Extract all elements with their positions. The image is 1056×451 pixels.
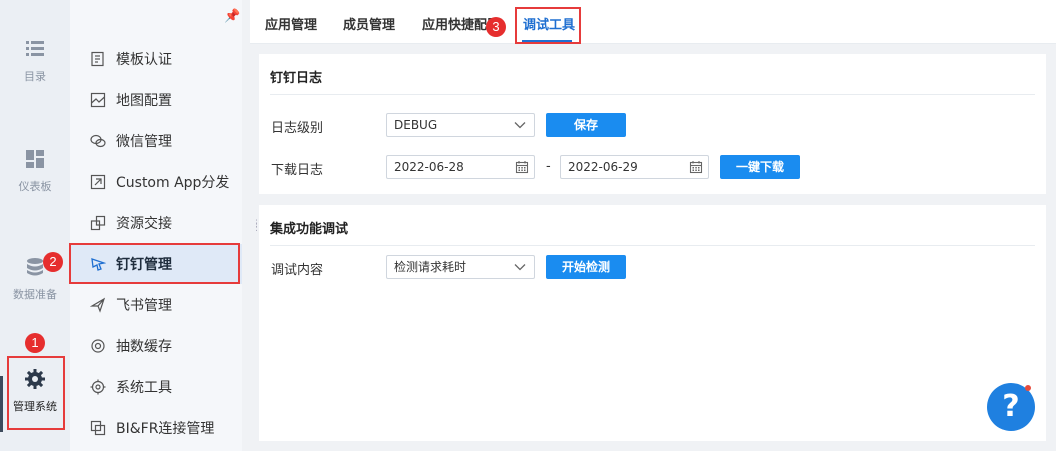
annotation-box-1 bbox=[7, 356, 65, 430]
dashboard-icon bbox=[26, 150, 44, 168]
menu-item-label: 系统工具 bbox=[116, 380, 172, 396]
tab-member-management[interactable]: 成员管理 bbox=[343, 14, 395, 33]
top-tabs: 应用管理 成员管理 应用快捷配置 调试工具 bbox=[250, 0, 1056, 44]
feishu-icon bbox=[90, 297, 106, 313]
card-title: 集成功能调试 bbox=[270, 222, 349, 237]
rail-item-label: 仪表板 bbox=[18, 180, 52, 193]
handover-icon bbox=[90, 215, 106, 231]
download-log-label: 下载日志 bbox=[271, 163, 324, 178]
divider bbox=[270, 245, 1035, 246]
menu-item-label: BI&FR连接管理 bbox=[116, 421, 215, 437]
menu-item-label: Custom App分发 bbox=[116, 175, 230, 191]
end-date-input[interactable]: 2022-06-29 bbox=[560, 155, 709, 179]
card-title: 钉钉日志 bbox=[270, 71, 323, 86]
chevron-down-icon bbox=[514, 264, 526, 271]
annotation-badge-2: 2 bbox=[43, 252, 63, 272]
date-separator: - bbox=[546, 159, 551, 174]
menu-item-label: 地图配置 bbox=[116, 93, 172, 109]
chevron-down-icon bbox=[514, 122, 526, 129]
rail-item-dashboard[interactable]: 仪表板 bbox=[0, 148, 70, 194]
menu-item-resource-handover[interactable]: 资源交接 bbox=[70, 203, 242, 243]
menu-item-system-tools[interactable]: 系统工具 bbox=[70, 367, 242, 407]
cache-icon bbox=[91, 339, 105, 353]
menu-item-label: 资源交接 bbox=[116, 216, 172, 232]
menu-item-label: 微信管理 bbox=[116, 134, 172, 150]
annotation-box-2 bbox=[69, 243, 240, 284]
end-date-value: 2022-06-29 bbox=[568, 160, 638, 174]
share-icon bbox=[90, 174, 106, 190]
menu-item-label: 抽数缓存 bbox=[116, 339, 172, 355]
menu-item-bi-fr-link[interactable]: BI&FR连接管理 bbox=[70, 408, 242, 448]
dingtalk-log-card: 钉钉日志 日志级别 DEBUG 保存 下载日志 2022-06-28 - 202… bbox=[259, 54, 1046, 194]
start-date-value: 2022-06-28 bbox=[394, 160, 464, 174]
tab-app-management[interactable]: 应用管理 bbox=[265, 14, 317, 33]
menu-item-label: 飞书管理 bbox=[116, 298, 172, 314]
calendar-icon[interactable] bbox=[689, 160, 703, 174]
menu-item-extract-cache[interactable]: 抽数缓存 bbox=[70, 326, 242, 366]
debug-content-value: 检测请求耗时 bbox=[394, 260, 467, 274]
start-test-button[interactable]: 开始检测 bbox=[546, 255, 626, 279]
link-icon bbox=[90, 420, 106, 436]
active-indicator bbox=[0, 376, 3, 432]
divider bbox=[270, 94, 1035, 95]
menu-item-feishu[interactable]: 飞书管理 bbox=[70, 285, 242, 325]
drag-handle[interactable]: ⋮ ⋮ bbox=[252, 220, 261, 234]
menu-item-map-config[interactable]: 地图配置 bbox=[70, 80, 242, 120]
admin-menu: 📌 模板认证 地图配置 微信管理 Custom App分发 资源交接 钉钉管理 … bbox=[70, 0, 242, 451]
start-date-input[interactable]: 2022-06-28 bbox=[386, 155, 535, 179]
annotation-badge-1: 1 bbox=[25, 333, 45, 353]
menu-item-label: 模板认证 bbox=[116, 52, 172, 68]
log-level-select[interactable]: DEBUG bbox=[386, 113, 535, 137]
rail-item-catalog[interactable]: 目录 bbox=[0, 38, 70, 84]
debug-content-label: 调试内容 bbox=[271, 263, 324, 278]
rail-item-label: 数据准备 bbox=[13, 288, 57, 301]
log-level-label: 日志级别 bbox=[271, 121, 324, 136]
integration-debug-card: 集成功能调试 调试内容 检测请求耗时 开始检测 bbox=[259, 205, 1046, 441]
menu-item-template-cert[interactable]: 模板认证 bbox=[70, 39, 242, 79]
map-icon bbox=[90, 92, 106, 108]
log-level-value: DEBUG bbox=[394, 118, 438, 132]
template-icon bbox=[91, 51, 104, 67]
save-button[interactable]: 保存 bbox=[546, 113, 626, 137]
menu-item-custom-app[interactable]: Custom App分发 bbox=[70, 162, 242, 202]
list-icon bbox=[26, 41, 44, 56]
annotation-badge-3: 3 bbox=[486, 17, 506, 37]
debug-content-select[interactable]: 检测请求耗时 bbox=[386, 255, 535, 279]
download-button[interactable]: 一键下载 bbox=[720, 155, 800, 179]
calendar-icon[interactable] bbox=[515, 160, 529, 174]
annotation-box-3 bbox=[515, 7, 581, 44]
wechat-icon bbox=[90, 134, 106, 148]
menu-item-wechat[interactable]: 微信管理 bbox=[70, 121, 242, 161]
notification-dot bbox=[1025, 385, 1031, 391]
rail-item-label: 目录 bbox=[24, 70, 46, 83]
tool-icon bbox=[90, 379, 106, 395]
pin-icon[interactable]: 📌 bbox=[224, 10, 240, 24]
